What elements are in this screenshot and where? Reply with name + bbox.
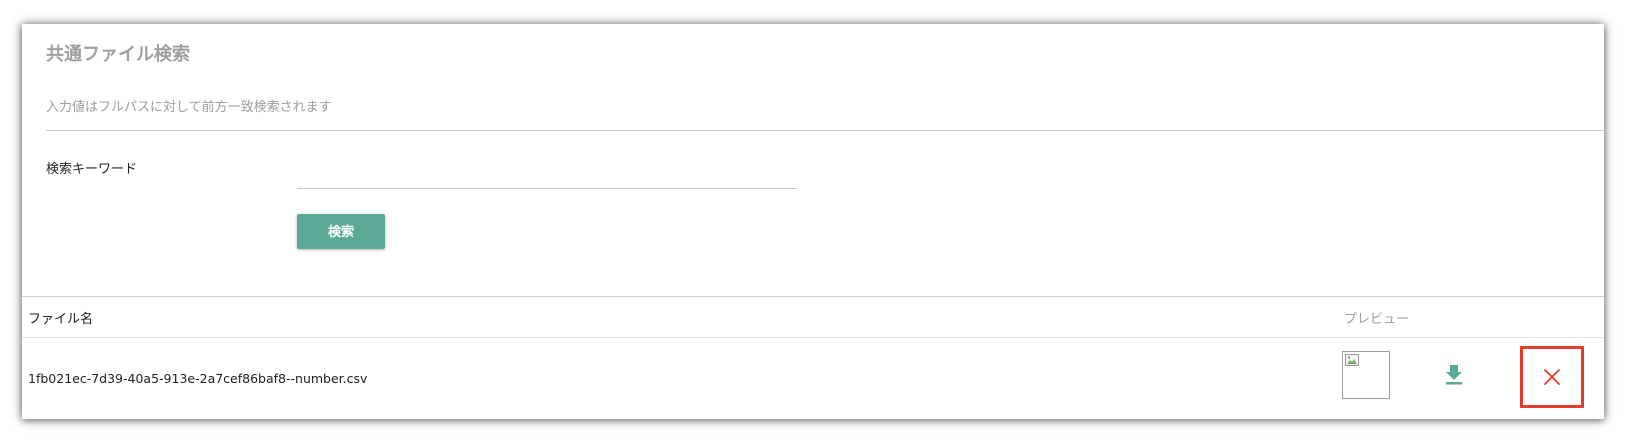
- download-icon: [1446, 365, 1462, 385]
- keyword-input[interactable]: [297, 164, 797, 189]
- file-search-card: 共通ファイル検索 入力値はフルパスに対して前方一致検索されます 検索キーワード …: [22, 24, 1604, 419]
- divider: [46, 130, 1604, 131]
- search-button[interactable]: 検索: [297, 214, 385, 249]
- filename-cell: 1fb021ec-7d39-40a5-913e-2a7cef86baf8--nu…: [28, 371, 368, 386]
- keyword-label: 検索キーワード: [46, 162, 138, 177]
- divider: [22, 296, 1604, 297]
- download-button[interactable]: [1442, 362, 1466, 388]
- preview-image[interactable]: [1342, 351, 1390, 399]
- broken-image-icon: [1345, 354, 1359, 366]
- column-header-filename: ファイル名: [28, 312, 94, 327]
- page-subtitle: 入力値はフルパスに対して前方一致検索されます: [46, 100, 332, 115]
- column-header-preview: プレビュー: [1344, 312, 1410, 327]
- table-row: 1fb021ec-7d39-40a5-913e-2a7cef86baf8--nu…: [22, 338, 1604, 419]
- close-icon: [1544, 369, 1560, 385]
- delete-button[interactable]: [1540, 365, 1564, 389]
- page-title: 共通ファイル検索: [46, 44, 190, 65]
